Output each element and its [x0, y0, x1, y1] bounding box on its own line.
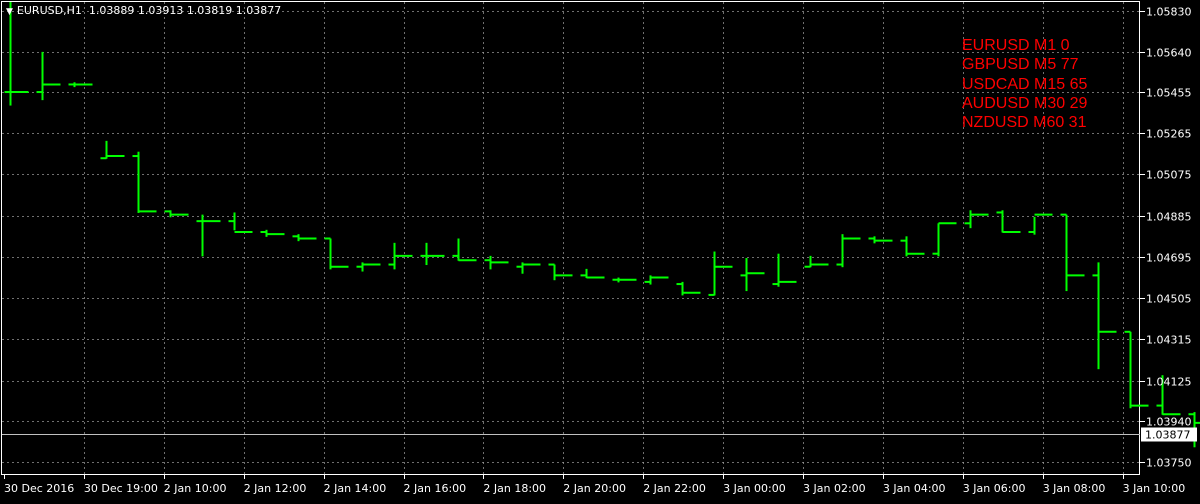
current-price-label: 1.03877 [1145, 429, 1191, 442]
ohlc-bar [1125, 332, 1149, 408]
x-tick-label: 3 Jan 08:00 [1043, 482, 1106, 495]
y-tick-label: 1.04125 [1146, 376, 1192, 389]
x-tick-label: 30 Dec 2016 [4, 482, 74, 495]
ohlc-bar [293, 234, 317, 241]
ohlc-bar [581, 269, 605, 278]
y-tick-label: 1.05640 [1146, 47, 1192, 60]
ohlc-bar [5, 2, 29, 106]
ohlc-bar [325, 239, 349, 270]
x-tick-label: 2 Jan 18:00 [483, 482, 546, 495]
ohlc-bar [1093, 262, 1117, 369]
chart-menu-triangle-icon[interactable]: ▼ [6, 7, 13, 17]
x-tick-label: 2 Jan 14:00 [324, 482, 387, 495]
ohlc-bar [901, 236, 925, 256]
y-tick-label: 1.04315 [1146, 334, 1192, 347]
ohlc-bar [389, 243, 413, 270]
ohlc-values: 1.03889 1.03913 1.03819 1.03877 [89, 4, 281, 17]
chart-window[interactable]: 30 Dec 2016 30 Dec 19:00 2 Jan 10:00 2 Jan … [0, 0, 1200, 500]
y-tick-label: 1.05265 [1146, 128, 1192, 141]
ohlc-bar [645, 275, 669, 284]
ohlc-bar [261, 230, 285, 237]
x-tick-label: 2 Jan 16:00 [404, 482, 467, 495]
x-tick-label: 3 Jan 06:00 [963, 482, 1026, 495]
signal-list: EURUSD M1 0 GBPUSD M5 77 USDCAD M15 65 A… [962, 36, 1087, 132]
signal-item: AUDUSD M30 29 [962, 94, 1087, 113]
ohlc-bar [197, 215, 221, 257]
ohlc-bar [421, 243, 445, 265]
y-tick-label: 1.05455 [1146, 87, 1192, 100]
y-tick-label: 1.04695 [1146, 252, 1192, 265]
signal-item: NZDUSD M60 31 [962, 113, 1087, 132]
ohlc-bar [1061, 215, 1085, 291]
symbol-timeframe: EURUSD,H1 [17, 4, 82, 17]
ohlc-bar [837, 234, 861, 267]
chart-header: ▼ EURUSD,H1 1.03889 1.03913 1.03819 1.038… [6, 4, 281, 17]
y-tick-label: 1.05075 [1146, 169, 1192, 182]
ohlc-bar [933, 223, 957, 256]
signal-item: EURUSD M1 0 [962, 36, 1087, 55]
ohlc-bar [773, 254, 797, 287]
ohlc-bar [357, 262, 381, 271]
x-tick-label: 3 Jan 10:00 [1123, 482, 1186, 495]
x-tick-label: 3 Jan 02:00 [803, 482, 866, 495]
ohlc-bar [549, 265, 573, 281]
ohlc-bar [229, 212, 253, 232]
ohlc-bar [1029, 215, 1053, 235]
ohlc-bar [965, 210, 989, 228]
ohlc-bar [997, 210, 1021, 232]
x-tick-label: 2 Jan 22:00 [643, 482, 706, 495]
ohlc-bar [517, 262, 541, 273]
ohlc-bar [613, 278, 637, 283]
y-tick-label: 1.05830 [1146, 6, 1192, 19]
ohlc-bar [741, 258, 765, 291]
x-tick-label: 2 Jan 10:00 [164, 482, 227, 495]
y-tick-label: 1.03750 [1146, 457, 1192, 470]
x-tick-label: 3 Jan 04:00 [883, 482, 946, 495]
x-tick-label: 3 Jan 00:00 [723, 482, 786, 495]
y-tick-label: 1.03940 [1146, 416, 1192, 429]
ohlc-bar [133, 152, 157, 213]
x-tick-label: 2 Jan 20:00 [563, 482, 626, 495]
x-tick-label: 2 Jan 12:00 [244, 482, 307, 495]
signal-item: USDCAD M15 65 [962, 75, 1087, 94]
ohlc-bar [101, 141, 125, 159]
y-tick-label: 1.04885 [1146, 211, 1192, 224]
ohlc-bar [677, 282, 701, 296]
ohlc-bar [709, 252, 733, 296]
ohlc-bar [869, 236, 893, 243]
ohlc-bar [69, 82, 93, 87]
x-tick-label: 30 Dec 19:00 [84, 482, 158, 495]
y-tick-label: 1.04505 [1146, 293, 1192, 306]
signal-item: GBPUSD M5 77 [962, 55, 1087, 74]
